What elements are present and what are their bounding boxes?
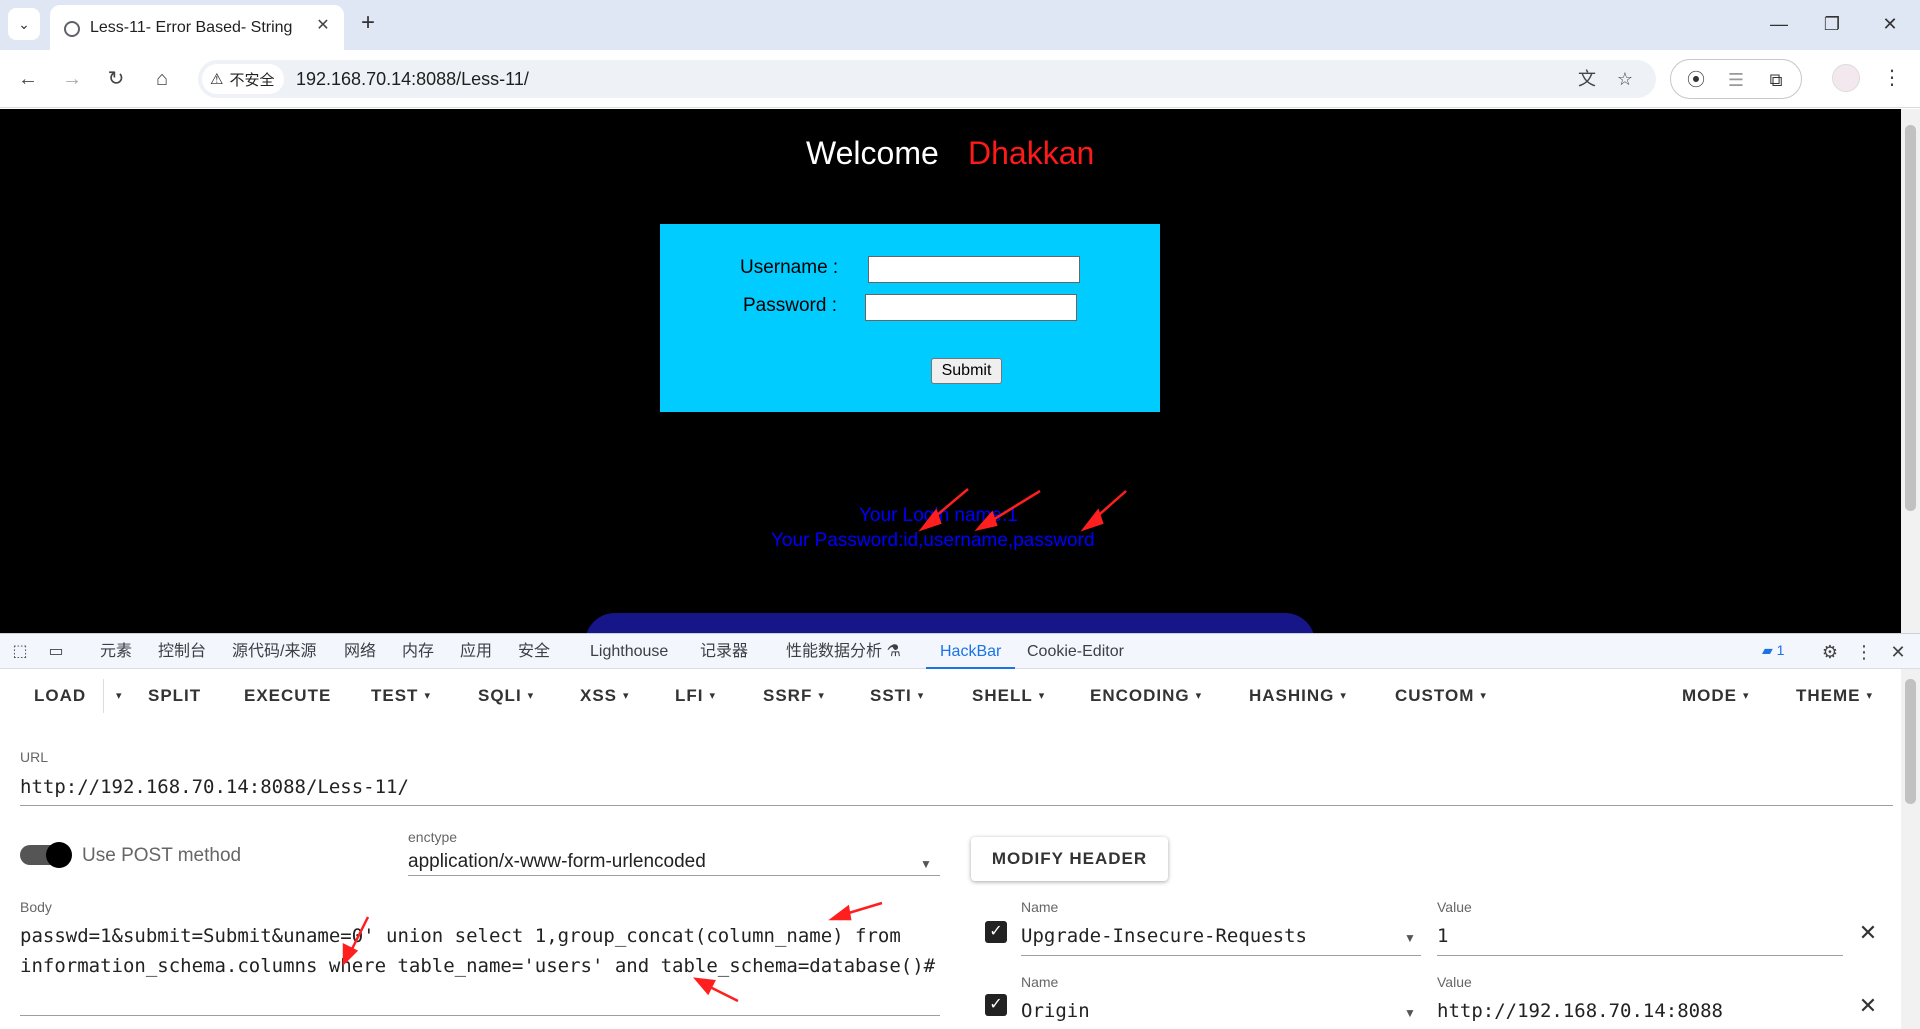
tab-memory[interactable]: 内存	[402, 634, 434, 669]
tab-close-icon[interactable]: ✕	[312, 15, 334, 37]
tab-sources[interactable]: 源代码/来源	[232, 634, 316, 669]
record-extension-icon[interactable]: ⦿	[1683, 67, 1709, 93]
tab-elements[interactable]: 元素	[100, 634, 132, 669]
tab-console[interactable]: 控制台	[158, 634, 206, 669]
issues-badge[interactable]: ▰ 1	[1762, 642, 1784, 659]
new-tab-button[interactable]: +	[354, 10, 382, 38]
tab-application[interactable]: 应用	[460, 634, 492, 669]
menu-icon[interactable]: ⋮	[1878, 64, 1906, 92]
globe-icon	[64, 21, 80, 37]
forward-icon[interactable]: →	[56, 63, 88, 95]
hackbar-panel: LOAD ▾ SPLIT EXECUTE TEST ▾ SQLI ▾ XSS ▾ LF…	[0, 669, 1901, 1029]
tab-network[interactable]: 网络	[344, 634, 376, 669]
devtools-scrollbar[interactable]	[1901, 669, 1920, 1029]
message-icon: ▰	[1762, 642, 1773, 658]
extensions-group: ⦿ ☰ ⧉	[1670, 59, 1802, 99]
bookmark-star-icon[interactable]: ☆	[1612, 66, 1638, 92]
reload-icon[interactable]: ↻	[100, 63, 132, 95]
tab-cookie-editor[interactable]: Cookie-Editor	[1027, 634, 1124, 669]
tab-security[interactable]: 安全	[518, 634, 550, 669]
more-options-icon[interactable]: ⋮	[1852, 640, 1876, 664]
devtools-close-icon[interactable]: ✕	[1886, 640, 1910, 664]
extension-icon[interactable]: ☰	[1723, 67, 1749, 93]
address-text[interactable]: 192.168.70.14:8088/Less-11/	[296, 69, 529, 90]
tab-lighthouse[interactable]: Lighthouse	[590, 634, 668, 669]
tab-title: Less-11- Error Based- String	[90, 19, 293, 36]
settings-gear-icon[interactable]: ⚙	[1818, 640, 1842, 664]
restore-icon[interactable]: ❐	[1814, 10, 1850, 38]
security-chip[interactable]: ⚠ 不安全	[202, 64, 285, 94]
puzzle-icon[interactable]: ⧉	[1763, 67, 1789, 93]
annotation-arrows-page	[918, 488, 1127, 532]
device-toolbar-icon[interactable]: ▭	[44, 640, 68, 664]
devtools-tab-strip: ⬚ ▭ 元素 控制台 源代码/来源 网络 内存 应用 安全 Lighthouse…	[0, 633, 1920, 669]
minimize-icon[interactable]: —	[1761, 10, 1797, 38]
inspect-element-icon[interactable]: ⬚	[8, 640, 32, 664]
address-bar[interactable]: ⚠ 不安全 192.168.70.14:8088/Less-11/ 文 ☆	[198, 60, 1656, 98]
tab-recorder[interactable]: 记录器	[700, 634, 748, 669]
tab-list-button[interactable]: ⌄	[8, 8, 40, 40]
home-icon[interactable]: ⌂	[146, 63, 178, 95]
translate-icon[interactable]: 文	[1574, 66, 1600, 92]
tab-performance-insights[interactable]: 性能数据分析 ⚗	[786, 634, 901, 669]
page-viewport: Welcome Dhakkan Username : Password : Su…	[0, 109, 1901, 633]
profile-avatar[interactable]	[1832, 64, 1860, 92]
security-label: 不安全	[229, 71, 275, 89]
issues-count: 1	[1776, 642, 1785, 658]
browser-toolbar: ← → ↻ ⌂ ⚠ 不安全 192.168.70.14:8088/Less-11…	[0, 50, 1920, 108]
warning-icon: ⚠	[210, 71, 224, 88]
browser-tab-active[interactable]: Less-11- Error Based- String ✕	[50, 5, 344, 50]
browser-tab-bar: ⌄ Less-11- Error Based- String ✕ + — ❐ ✕	[0, 0, 1920, 50]
chevron-down-icon: ⌄	[18, 15, 30, 32]
page-scrollbar[interactable]	[1901, 109, 1920, 633]
annotation-arrows-body	[342, 901, 883, 1003]
back-icon[interactable]: ←	[12, 63, 44, 95]
tab-hackbar[interactable]: HackBar	[926, 634, 1016, 669]
window-close-icon[interactable]: ✕	[1872, 10, 1908, 38]
